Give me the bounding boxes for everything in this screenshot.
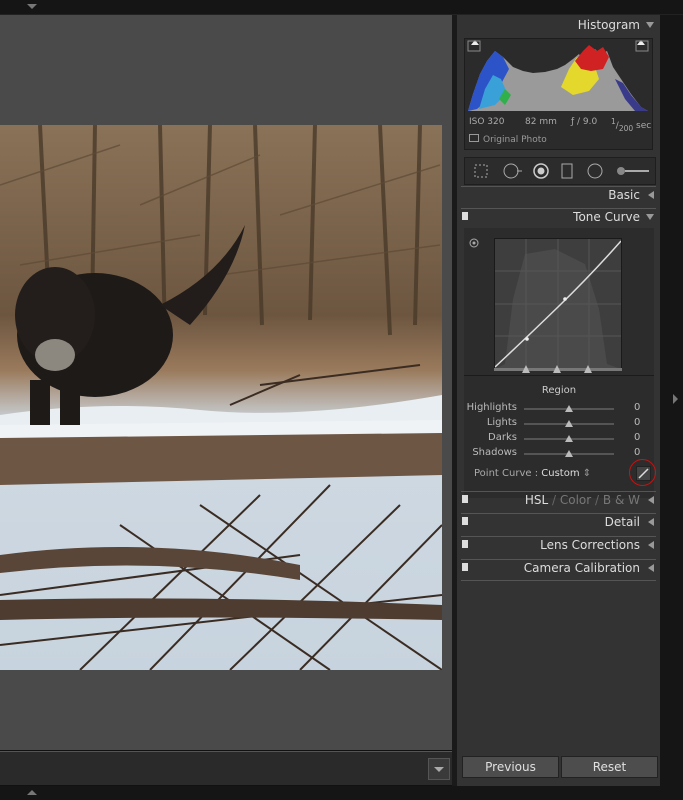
show-filmstrip-icon[interactable] [27, 790, 37, 795]
iso-readout: ISO 320 [469, 117, 505, 127]
expand-triangle-icon[interactable] [648, 191, 654, 199]
previous-button[interactable]: Previous [462, 756, 559, 778]
tone-curve-panel: Region Highlights 0 Lights 0 Darks 0 Sha… [464, 228, 656, 498]
graduated-filter-icon[interactable] [561, 163, 573, 179]
point-curve-selector[interactable]: Point Curve : Custom ⇕ [474, 468, 591, 479]
shadows-slider-row: Shadows 0 [464, 447, 654, 461]
tool-strip [464, 157, 656, 185]
split-point-handle-icon[interactable] [584, 365, 592, 373]
tab-hsl[interactable]: HSL [525, 493, 548, 507]
histogram-header[interactable]: Histogram [457, 15, 660, 35]
darks-slider-row: Darks 0 [464, 432, 654, 446]
crop-icon[interactable] [473, 163, 489, 179]
slider-thumb[interactable] [565, 405, 573, 412]
slider-thumb[interactable] [565, 450, 573, 457]
detail-title: Detail [604, 515, 640, 529]
tone-curve-title: Tone Curve [573, 210, 640, 224]
hsl-header[interactable]: HSL / Color / B & W [457, 490, 660, 510]
reset-button[interactable]: Reset [561, 756, 658, 778]
tone-curve-header[interactable]: Tone Curve [457, 207, 660, 227]
section-divider [464, 375, 654, 376]
slider-label: Lights [486, 417, 517, 428]
slider-thumb[interactable] [565, 420, 573, 427]
spot-removal-icon[interactable] [503, 163, 523, 179]
expand-triangle-icon[interactable] [648, 564, 654, 572]
histogram-title: Histogram [577, 18, 640, 32]
panel-toggle-switch[interactable] [462, 495, 468, 503]
panel-toggle-switch[interactable] [462, 563, 468, 571]
region-label: Region [541, 385, 577, 396]
tab-bw[interactable]: B & W [603, 493, 640, 507]
top-panel-bar [0, 0, 683, 15]
lights-slider-row: Lights 0 [464, 417, 654, 431]
targeted-adjustment-icon[interactable] [469, 238, 479, 248]
expand-triangle-icon[interactable] [648, 541, 654, 549]
adjustment-brush-icon[interactable] [615, 163, 651, 179]
slider-label: Shadows [472, 447, 517, 458]
panel-toggle-switch[interactable] [462, 540, 468, 548]
photo-image [0, 125, 442, 670]
aperture-readout: ƒ / 9.0 [571, 117, 598, 127]
hide-right-panel-icon[interactable] [673, 394, 678, 404]
focal-length-readout: 82 mm [525, 117, 557, 127]
split-point-handle-icon[interactable] [522, 365, 530, 373]
panel-toggle-switch[interactable] [462, 212, 468, 220]
split-point-handle-icon[interactable] [553, 365, 561, 373]
tone-curve-graph[interactable] [494, 238, 622, 370]
toolbar-strip [0, 751, 452, 785]
develop-right-panel: Histogram ISO 320 82 mm ƒ / 9.0 1/200 se… [457, 15, 660, 786]
collapse-triangle-icon[interactable] [646, 214, 654, 220]
detail-header[interactable]: Detail [457, 512, 660, 532]
slider-value[interactable]: 0 [634, 417, 640, 428]
red-eye-icon[interactable] [533, 163, 549, 179]
original-photo-toggle[interactable]: Original Photo [469, 134, 547, 145]
lens-corrections-header[interactable]: Lens Corrections [457, 535, 660, 555]
slider-label: Highlights [466, 402, 517, 413]
radial-filter-icon[interactable] [587, 163, 603, 179]
lens-corrections-title: Lens Corrections [540, 538, 640, 552]
section-divider [461, 580, 656, 581]
camera-calibration-header[interactable]: Camera Calibration [457, 558, 660, 578]
checkbox-icon[interactable] [469, 134, 479, 142]
toolbar-menu-dropdown[interactable] [428, 758, 450, 780]
tab-color[interactable]: Color [560, 493, 591, 507]
collapse-triangle-icon[interactable] [646, 22, 654, 28]
histogram-display: ISO 320 82 mm ƒ / 9.0 1/200 sec Original… [464, 38, 653, 150]
basic-panel-header[interactable]: Basic [457, 185, 660, 205]
slider-value[interactable]: 0 [634, 447, 640, 458]
basic-panel-title: Basic [608, 188, 640, 202]
show-top-panel-icon[interactable] [27, 4, 37, 9]
slider-thumb[interactable] [565, 435, 573, 442]
bottom-panel-bar [0, 786, 683, 800]
shutter-readout: 1/200 sec [611, 117, 652, 133]
highlight-circle [629, 459, 656, 486]
right-panel-edge [660, 15, 683, 786]
expand-triangle-icon[interactable] [648, 496, 654, 504]
slider-value[interactable]: 0 [634, 432, 640, 443]
panel-toggle-switch[interactable] [462, 517, 468, 525]
photo-viewer [0, 15, 452, 750]
expand-triangle-icon[interactable] [648, 518, 654, 526]
highlights-slider-row: Highlights 0 [464, 402, 654, 416]
hsl-tabs: HSL / Color / B & W [524, 493, 640, 507]
camera-calibration-title: Camera Calibration [523, 561, 640, 575]
slider-label: Darks [488, 432, 517, 443]
slider-value[interactable]: 0 [634, 402, 640, 413]
